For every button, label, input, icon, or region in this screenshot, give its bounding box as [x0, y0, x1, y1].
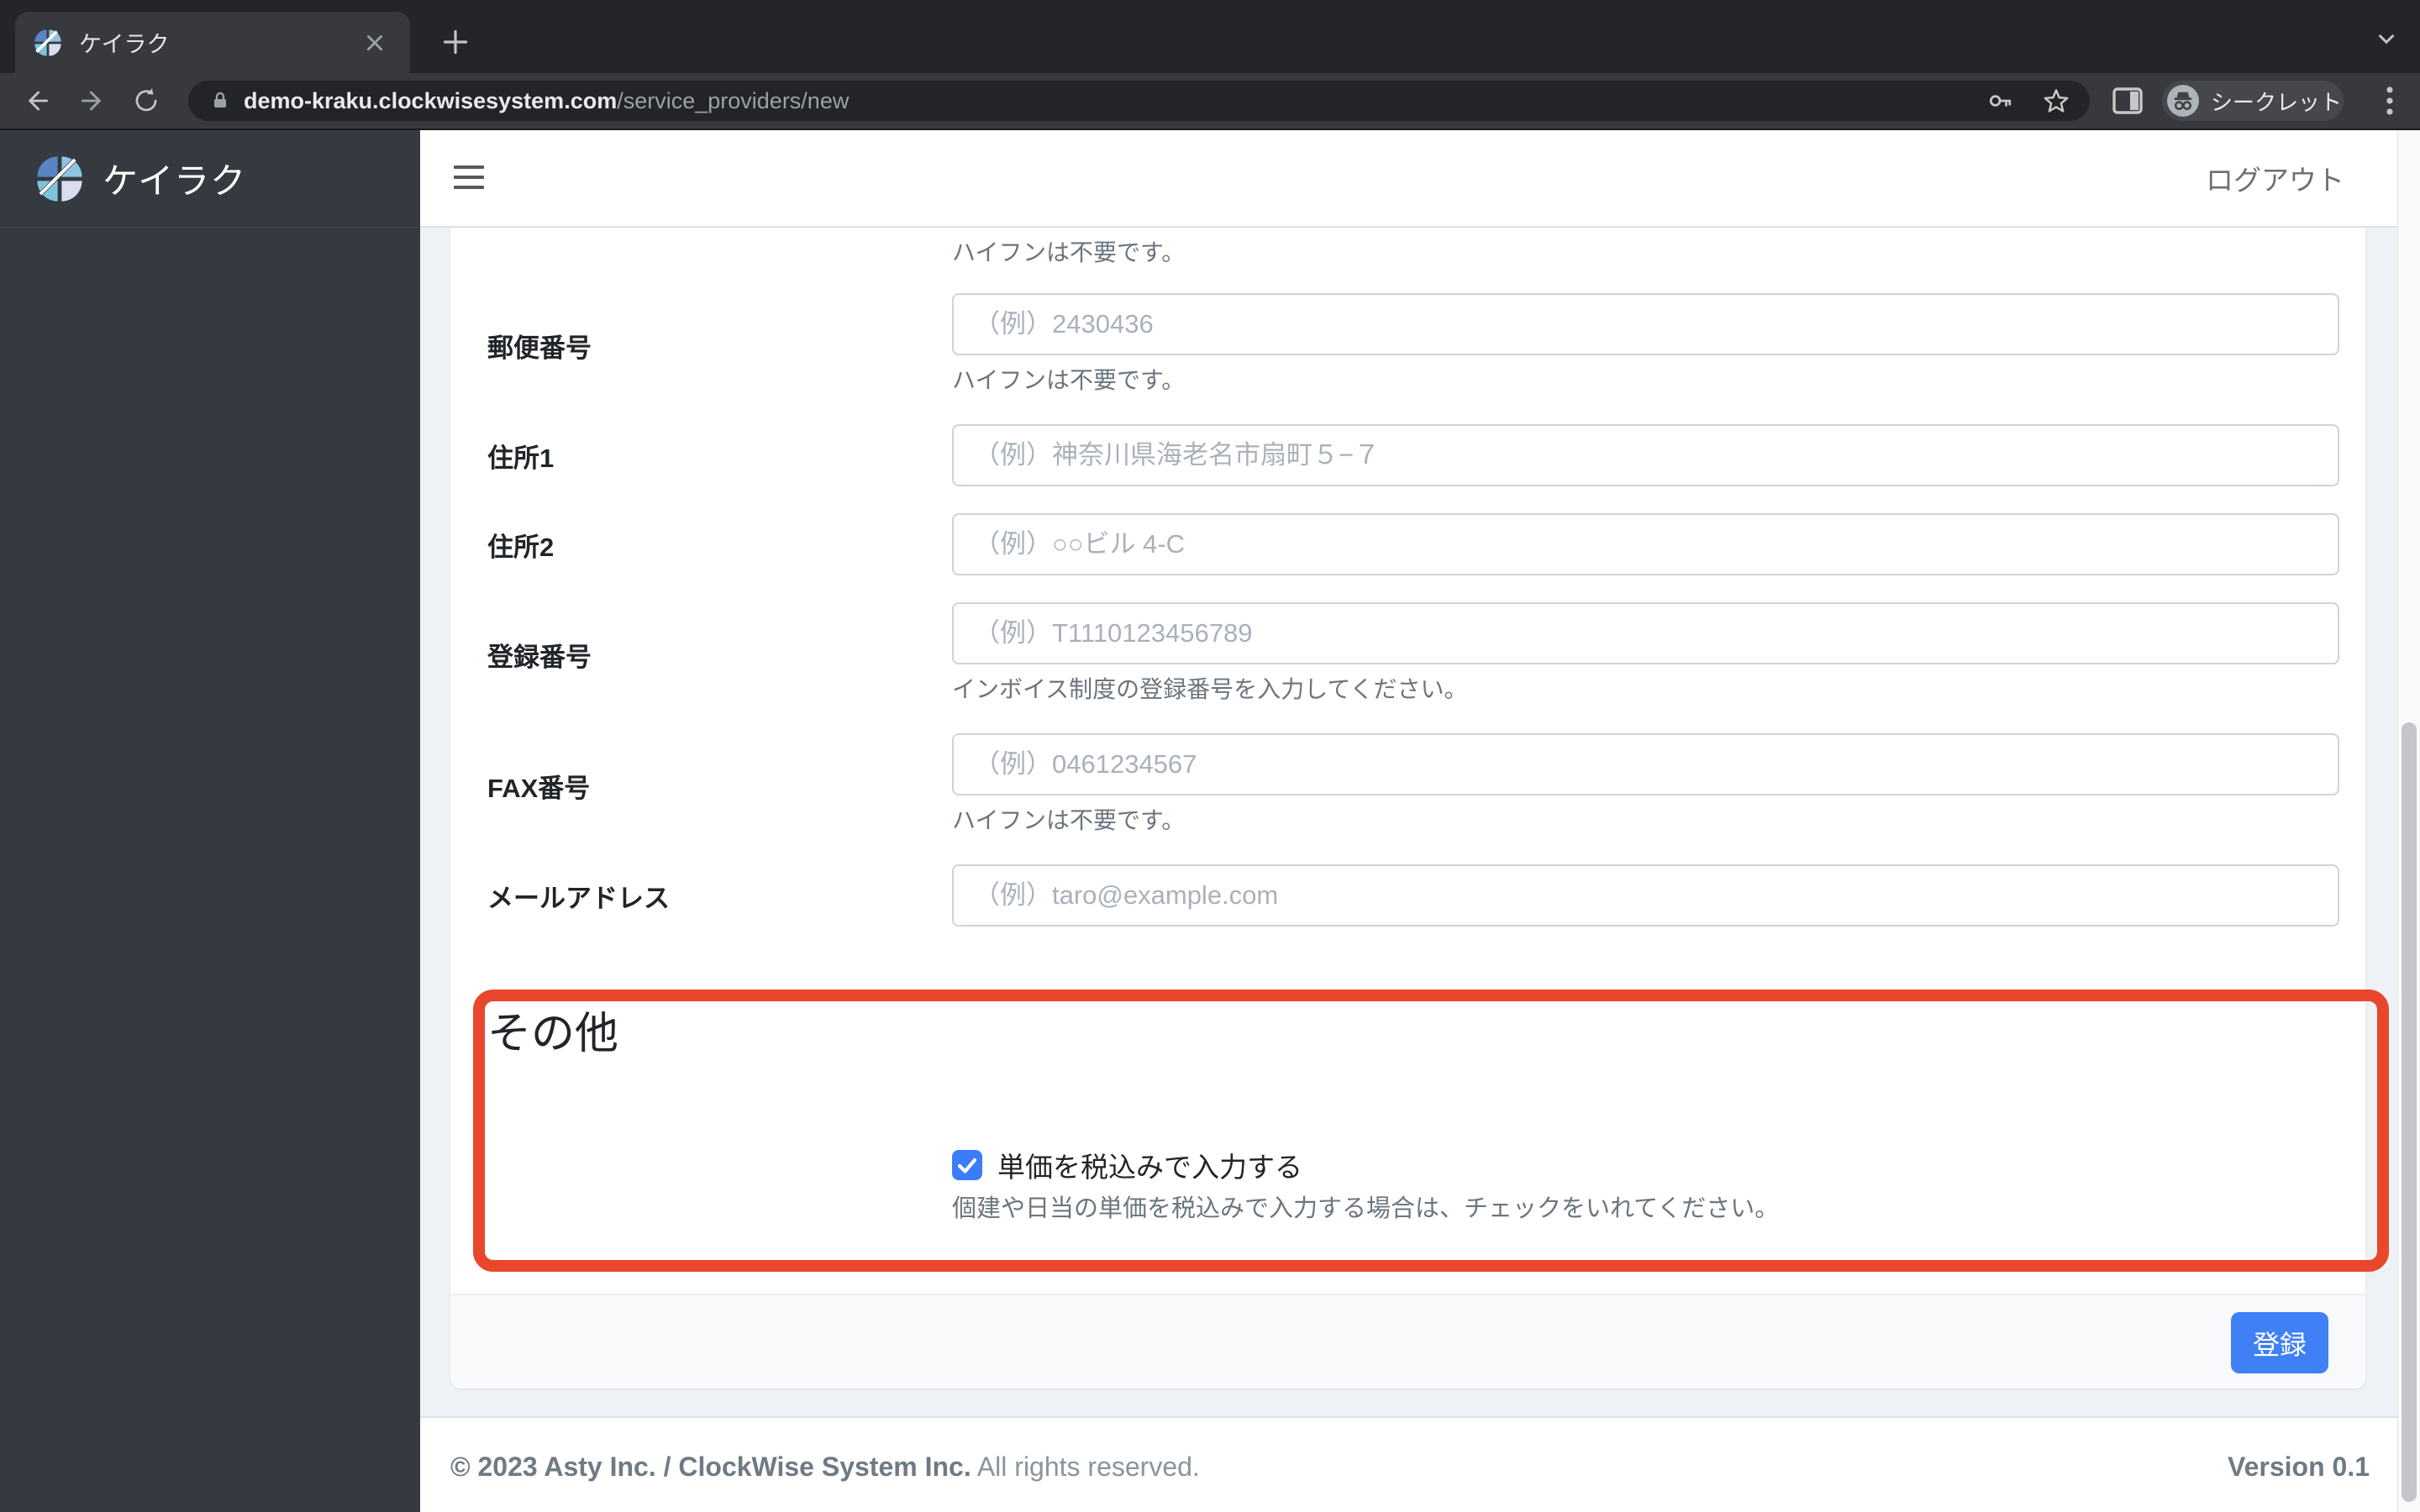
bookmark-star-icon[interactable] [2043, 87, 2070, 114]
new-tab-button[interactable] [435, 22, 476, 62]
form-row-postal-code: 郵便番号 ハイフンは不要です。 [487, 293, 2339, 397]
field-label: 郵便番号 [487, 333, 592, 363]
email-input[interactable] [952, 864, 2339, 927]
brand-name: ケイラク [103, 161, 247, 201]
address-bar[interactable]: demo-kraku.clockwisesystem.com/service_p… [188, 81, 2090, 121]
field-label: 登録番号 [487, 642, 592, 672]
url-text: demo-kraku.clockwisesystem.com/service_p… [244, 88, 1987, 114]
section-title-other: その他 [487, 1010, 619, 1058]
field-helper: ハイフンは不要です。 [952, 239, 1186, 265]
side-panel-icon[interactable] [2111, 84, 2144, 118]
copyright-strong: © 2023 Asty Inc. / ClockWise System Inc. [450, 1452, 971, 1482]
page-scrollbar[interactable] [2397, 130, 2420, 1512]
field-label: FAX番号 [487, 773, 591, 803]
address1-input[interactable] [952, 424, 2339, 486]
fax-number-input[interactable] [952, 733, 2339, 795]
version-label: Version 0.1 [2228, 1452, 2370, 1482]
browser-tab-bar: ケイラク [0, 0, 2420, 73]
reload-icon[interactable] [126, 81, 166, 121]
scrollbar-thumb[interactable] [2402, 722, 2417, 1502]
form-row-fax: FAX番号 ハイフンは不要です。 [487, 733, 2339, 837]
postal-code-input[interactable] [952, 293, 2339, 355]
back-icon[interactable] [17, 81, 57, 121]
brand-link[interactable]: ケイラク [0, 130, 420, 228]
card-footer: 登録 [450, 1294, 2365, 1389]
browser-tab[interactable]: ケイラク [15, 12, 410, 73]
password-key-icon[interactable] [1987, 88, 2012, 113]
checkbox-label[interactable]: 単価を税込みで入力する [997, 1145, 1302, 1185]
site-favicon-icon [34, 29, 62, 57]
logout-link[interactable]: ログアウト [2206, 130, 2344, 226]
form-card: ハイフンは不要です。 郵便番号 ハイフンは不要です。 住所1 住所2 [450, 228, 2365, 1389]
field-helper: ハイフンは不要です。 [952, 367, 1186, 393]
tab-title: ケイラク [79, 32, 170, 57]
tax-included-option: 単価を税込みで入力する 個建や日当の単価を税込みで入力する場合は、チェックをいれ… [952, 1145, 2339, 1226]
hamburger-menu-icon[interactable] [454, 160, 487, 197]
form-row-email: メールアドレス [487, 864, 2339, 927]
form-row-address2: 住所2 [487, 513, 2339, 575]
form-row-address1: 住所1 [487, 424, 2339, 486]
field-label: 住所1 [487, 443, 555, 473]
incognito-icon [2167, 85, 2199, 117]
field-label: メールアドレス [487, 883, 670, 913]
forward-icon[interactable] [72, 81, 113, 121]
app-header: ログアウト [420, 130, 2420, 228]
address2-input[interactable] [952, 513, 2339, 575]
form-row-registration-number: 登録番号 インボイス制度の登録番号を入力してください。 [487, 602, 2339, 706]
register-button[interactable]: 登録 [2231, 1312, 2328, 1373]
field-helper: ハイフンは不要です。 [952, 807, 1186, 833]
page-footer: © 2023 Asty Inc. / ClockWise System Inc.… [420, 1416, 2420, 1512]
tax-included-checkbox[interactable] [952, 1150, 982, 1180]
incognito-label: シークレット [2211, 89, 2343, 115]
registration-number-input[interactable] [952, 602, 2339, 664]
field-label: 住所2 [487, 532, 555, 562]
field-helper: インボイス制度の登録番号を入力してください。 [952, 676, 1468, 702]
url-host: demo-kraku.clockwisesystem.com [244, 87, 618, 113]
main-content: ハイフンは不要です。 郵便番号 ハイフンは不要です。 住所1 住所2 [420, 228, 2420, 1512]
browser-menu-icon[interactable] [2370, 81, 2410, 121]
tab-close-icon[interactable] [358, 26, 392, 60]
incognito-badge: シークレット [2162, 81, 2344, 121]
url-path: /service_providers/new [617, 87, 850, 113]
tab-search-chevron-icon[interactable] [2371, 24, 2402, 54]
copyright-text: © 2023 Asty Inc. / ClockWise System Inc.… [450, 1452, 1200, 1483]
lock-icon [210, 91, 230, 111]
copyright-rest: All rights reserved. [976, 1452, 1200, 1482]
browser-toolbar: demo-kraku.clockwisesystem.com/service_p… [0, 73, 2420, 130]
brand-logo-icon [35, 155, 84, 203]
sidebar: ケイラク [0, 130, 420, 1512]
checkbox-helper: 個建や日当の単価を税込みで入力する場合は、チェックをいれてください。 [952, 1195, 1780, 1222]
